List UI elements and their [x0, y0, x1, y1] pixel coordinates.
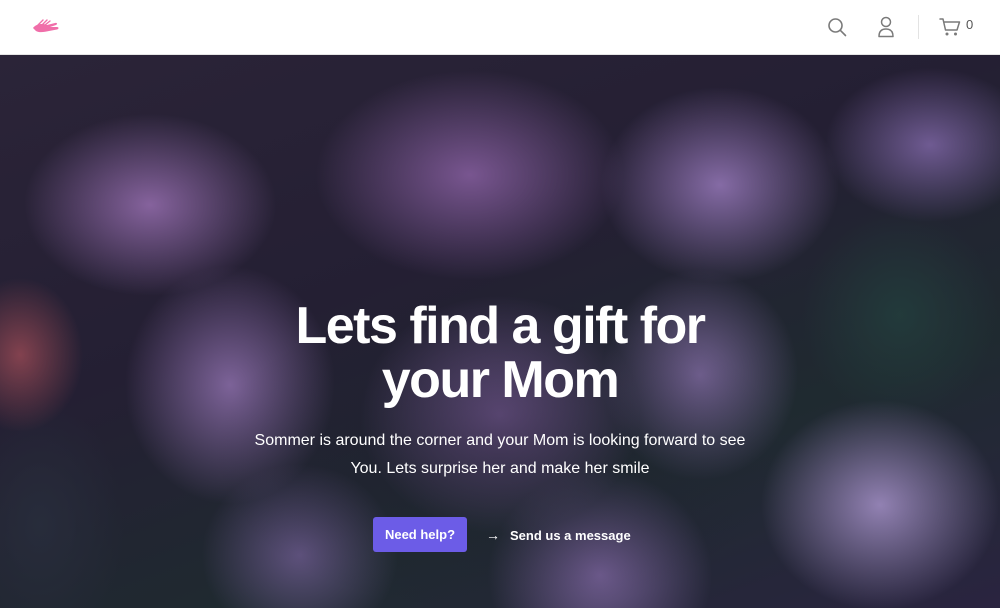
need-help-button[interactable]: Need help?	[373, 517, 467, 552]
header-divider	[918, 15, 919, 39]
hero-content: Lets find a gift for your Mom Sommer is …	[0, 55, 1000, 608]
hero-title: Lets find a gift for your Mom	[150, 299, 850, 407]
hero-subtitle-line2: You. Lets surprise her and make her smil…	[350, 460, 650, 477]
search-icon[interactable]	[825, 14, 849, 40]
hero-subtitle: Sommer is around the corner and your Mom…	[200, 427, 800, 483]
user-icon[interactable]	[874, 14, 898, 40]
hero-title-line2: your Mom	[381, 351, 620, 409]
arrow-right-icon: →	[486, 527, 500, 543]
hero-banner: Lets find a gift for your Mom Sommer is …	[0, 55, 1000, 608]
site-header: 0	[0, 0, 1000, 55]
send-message-link[interactable]: → Send us a message	[486, 525, 631, 545]
hand-logo-icon[interactable]	[30, 14, 62, 40]
hero-subtitle-line1: Sommer is around the corner and your Mom…	[254, 432, 746, 449]
hero-title-line1: Lets find a gift for	[295, 297, 706, 355]
cart-count[interactable]: 0	[966, 17, 973, 32]
send-message-label: Send us a message	[510, 527, 631, 543]
cart-icon[interactable]	[938, 14, 962, 40]
